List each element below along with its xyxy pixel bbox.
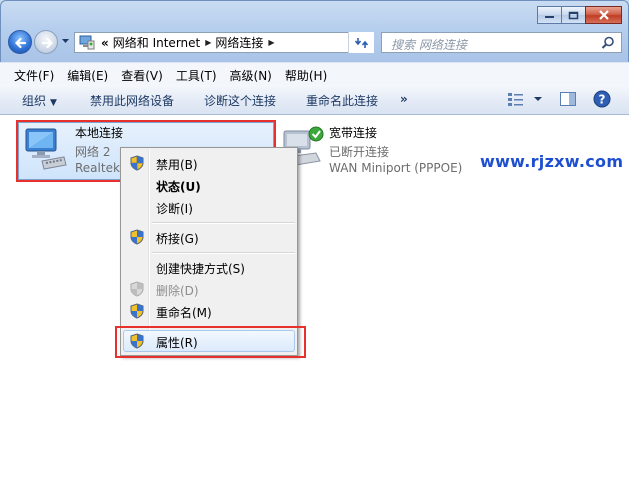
- maximize-button[interactable]: [561, 6, 586, 24]
- uac-shield-icon: [130, 281, 144, 297]
- close-icon: [598, 10, 609, 20]
- more-commands-button[interactable]: »: [400, 92, 408, 106]
- menu-item-diagnose[interactable]: 诊断(I): [123, 196, 295, 218]
- menu-item-label: 创建快捷方式(S): [156, 262, 245, 276]
- refresh-icon: [354, 37, 368, 48]
- view-controls: ?: [507, 90, 611, 108]
- menu-file[interactable]: 文件(F): [14, 63, 54, 85]
- menu-separator: [152, 222, 295, 224]
- menu-separator: [152, 252, 295, 254]
- menu-item-status[interactable]: 状态(U): [123, 174, 295, 196]
- minimize-icon: [545, 16, 554, 18]
- menu-item-label: 诊断(I): [156, 202, 193, 216]
- search-icon[interactable]: [601, 36, 615, 50]
- view-options-dropdown-icon[interactable]: [531, 94, 545, 104]
- preview-pane-icon[interactable]: [559, 91, 577, 107]
- forward-arrow-icon: [41, 37, 54, 49]
- search-box[interactable]: 搜索 网络连接: [381, 32, 622, 53]
- context-menu: 禁用(B) 状态(U) 诊断(I) 桥接(G) 创建快捷方式(S) 删除(D): [120, 147, 298, 356]
- breadcrumb-separator-icon[interactable]: ▶: [205, 38, 211, 47]
- diagnose-connection-button[interactable]: 诊断这个连接: [204, 92, 276, 109]
- organize-button[interactable]: 组织 ▼: [22, 92, 57, 109]
- menu-item-delete: 删除(D): [123, 278, 295, 300]
- explorer-window: « 网络和 Internet ▶ 网络连接 ▶ 搜索 网络连接 文件(F) 编辑…: [0, 0, 629, 487]
- menu-tools[interactable]: 工具(T): [176, 63, 217, 85]
- menu-advanced[interactable]: 高级(N): [230, 63, 272, 85]
- uac-shield-icon: [130, 229, 144, 245]
- menu-item-label: 桥接(G): [156, 232, 199, 246]
- menu-item-rename[interactable]: 重命名(M): [123, 300, 295, 322]
- change-view-icon[interactable]: [507, 91, 525, 107]
- maximize-icon: [568, 11, 579, 19]
- breadcrumb-network-connections[interactable]: 网络连接: [215, 34, 263, 51]
- navigation-bar: « 网络和 Internet ▶ 网络连接 ▶ 搜索 网络连接: [0, 30, 629, 54]
- search-placeholder: 搜索 网络连接: [391, 38, 467, 52]
- close-button[interactable]: [585, 6, 622, 24]
- uac-shield-icon: [130, 303, 144, 319]
- menu-item-bridge[interactable]: 桥接(G): [123, 226, 295, 248]
- menu-item-label: 重命名(M): [156, 306, 212, 320]
- caption-buttons: [537, 6, 622, 24]
- rename-connection-button[interactable]: 重命名此连接: [306, 92, 378, 109]
- connection-name-broadband: 宽带连接: [329, 126, 378, 140]
- refresh-button[interactable]: [348, 32, 374, 53]
- breadcrumb-network-internet[interactable]: 网络和 Internet: [113, 34, 200, 51]
- breadcrumb-overflow[interactable]: «: [101, 36, 109, 50]
- menu-view[interactable]: 查看(V): [121, 63, 163, 85]
- menu-item-disable[interactable]: 禁用(B): [123, 152, 295, 174]
- highlight-box-properties: [115, 326, 306, 358]
- menu-edit[interactable]: 编辑(E): [67, 63, 108, 85]
- menu-item-label: 禁用(B): [156, 158, 198, 172]
- chevron-down-icon: ▼: [50, 98, 57, 108]
- organize-label: 组织: [22, 94, 47, 108]
- menu-item-label: 删除(D): [156, 284, 199, 298]
- uac-shield-icon: [130, 155, 144, 171]
- menu-help[interactable]: 帮助(H): [285, 63, 327, 85]
- control-panel-icon: [79, 35, 95, 50]
- forward-button[interactable]: [34, 30, 58, 54]
- menu-item-label: 状态(U): [156, 180, 201, 194]
- connection-device-broadband: WAN Miniport (PPPOE): [329, 161, 463, 175]
- minimize-button[interactable]: [537, 6, 562, 24]
- help-icon[interactable]: ?: [593, 90, 611, 108]
- command-bar: 组织 ▼ 禁用此网络设备 诊断这个连接 重命名此连接 » ?: [0, 85, 629, 115]
- disable-device-button[interactable]: 禁用此网络设备: [90, 92, 174, 109]
- back-arrow-icon: [14, 37, 27, 49]
- back-button[interactable]: [8, 30, 32, 54]
- watermark-text: www.rjzxw.com: [480, 152, 624, 171]
- svg-text:?: ?: [599, 93, 606, 107]
- connections-list: 本地连接 网络 2 Realtek 宽带连接 已断开连接 WAN Minipor…: [0, 115, 629, 487]
- recent-pages-dropdown-icon[interactable]: [61, 38, 70, 44]
- menu-item-create-shortcut[interactable]: 创建快捷方式(S): [123, 256, 295, 278]
- breadcrumb-separator-icon[interactable]: ▶: [268, 38, 274, 47]
- address-bar[interactable]: « 网络和 Internet ▶ 网络连接 ▶: [74, 32, 374, 53]
- connection-status-broadband: 已断开连接: [329, 145, 390, 159]
- menu-bar: 文件(F) 编辑(E) 查看(V) 工具(T) 高级(N) 帮助(H): [0, 62, 629, 86]
